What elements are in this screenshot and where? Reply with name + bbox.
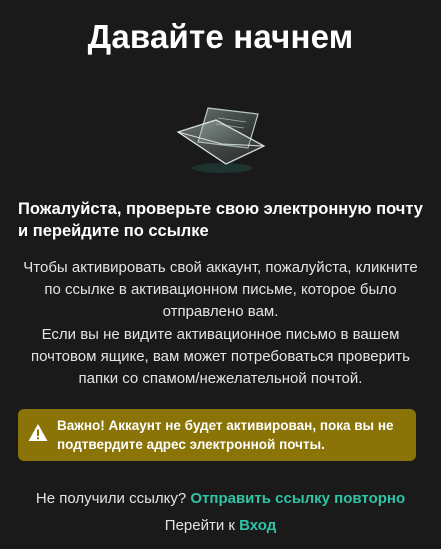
alert-message: Важно! Аккаунт не будет активирован, пок… bbox=[57, 418, 394, 452]
resend-prompt: Не получили ссылку? bbox=[35, 490, 187, 507]
resend-link[interactable]: Отправить ссылку повторно bbox=[190, 490, 405, 507]
login-link[interactable]: Вход bbox=[239, 517, 276, 534]
login-row: Перейти к Вход bbox=[0, 517, 441, 534]
activation-instructions: Чтобы активировать свой аккаунт, пожалуй… bbox=[23, 259, 418, 320]
page-title: Давайте начнем bbox=[87, 18, 354, 55]
envelope-icon bbox=[176, 107, 266, 173]
activation-page: Давайте начнем Пожалуйста, проверьте сво… bbox=[0, 0, 441, 549]
important-alert: Важно! Аккаунт не будет активирован, пок… bbox=[18, 409, 416, 461]
check-email-heading: Пожалуйста, проверьте свою электронную п… bbox=[18, 200, 423, 240]
spam-folder-hint: Если вы не видите активационное письмо в… bbox=[31, 326, 410, 387]
resend-row: Не получили ссылку? Отправить ссылку пов… bbox=[0, 490, 441, 507]
warning-icon bbox=[28, 424, 48, 441]
login-prompt: Перейти к bbox=[164, 517, 235, 534]
